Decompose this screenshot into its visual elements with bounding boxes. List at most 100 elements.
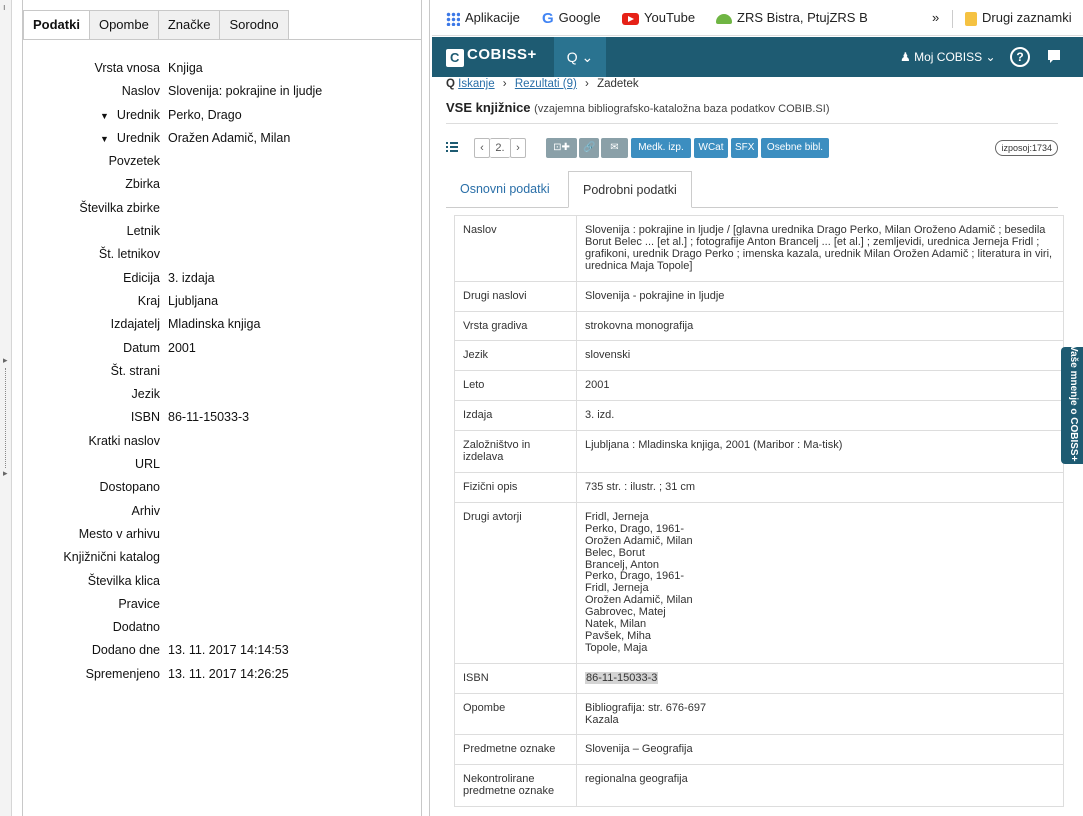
field-label-text: Številka zbirke	[79, 200, 160, 215]
osebne-bibl-button[interactable]: Osebne bibl.	[761, 138, 829, 158]
detail-value-text: Ljubljana : Mladinska knjiga, 2001 (Mari…	[585, 439, 843, 452]
prev-record-button[interactable]: ‹	[474, 138, 490, 158]
detail-key: Jezik	[454, 340, 577, 372]
field-label[interactable]: ▼ Urednik	[100, 108, 160, 122]
collapse-arrow-icon[interactable]: ▸	[3, 357, 9, 366]
wcat-button[interactable]: WCat	[694, 138, 728, 158]
feedback-tab[interactable]: Vaše mnenje o COBISS+	[1061, 345, 1083, 464]
bookmark-zrs[interactable]: ZRS Bistra, PtujZRS B	[716, 10, 891, 25]
field-label-text: Knjižnični katalog	[63, 550, 160, 565]
cobiss-navbar: C COBISS+ Q ⌄ ♟ Moj COBISS ⌄ ?	[432, 37, 1083, 77]
bookmark-add-button[interactable]: ⊡✚	[546, 138, 577, 158]
link-button[interactable]: 🔗	[579, 138, 599, 158]
pane-splitter[interactable]: ı ▸ ▸	[0, 0, 12, 816]
bookmark-youtube[interactable]: YouTube	[622, 10, 695, 25]
item-field-row: Št. letnikov	[23, 244, 423, 267]
field-value[interactable]: Oražen Adamič, Milan	[168, 131, 290, 145]
tab-sorodno[interactable]: Sorodno	[220, 10, 289, 40]
tab-znacke[interactable]: Značke	[158, 10, 221, 40]
field-value[interactable]: 13. 11. 2017 14:26:25	[168, 667, 289, 681]
field-label: Dodano dne	[92, 643, 160, 657]
detail-key: Založništvo in izdelava	[454, 430, 577, 473]
field-value[interactable]: Ljubljana	[168, 294, 218, 308]
detail-value-text: 3. izd.	[585, 409, 615, 422]
bookmark-google[interactable]: G Google	[542, 10, 601, 27]
field-label: ISBN	[131, 410, 160, 424]
logo-text: COBISS+	[467, 46, 537, 63]
tab-podatki[interactable]: Podatki	[23, 10, 90, 40]
item-field-row: Dodano dne 13. 11. 2017 14:14:53	[23, 640, 423, 663]
splitter-grip[interactable]	[5, 368, 7, 468]
apps-grid-icon	[446, 11, 460, 26]
field-value[interactable]: Knjiga	[168, 61, 203, 75]
bookmark-other-folder[interactable]: Drugi zaznamki	[965, 10, 1072, 26]
tab-osnovni-podatki[interactable]: Osnovni podatki	[446, 171, 564, 208]
detail-value-text: 2001	[585, 379, 610, 392]
item-tabs: Podatki Opombe Značke Sorodno	[23, 10, 289, 40]
cobiss-logo[interactable]: C COBISS+	[446, 46, 537, 67]
tab-opombe[interactable]: Opombe	[89, 10, 159, 40]
breadcrumb-iskanje[interactable]: Iskanje	[458, 78, 494, 90]
detail-value: 86-11-15033-3	[576, 662, 1064, 694]
expand-arrow-icon[interactable]: ▸	[3, 470, 9, 479]
detail-value-text: Fridl, Jerneja Perko, Drago, 1961- Orože…	[585, 510, 693, 654]
bookmarks-separator	[952, 10, 953, 28]
field-label[interactable]: ▼ Urednik	[100, 131, 160, 145]
item-field-row: Kratki naslov	[23, 431, 423, 454]
detail-value-text: 86-11-15033-3	[585, 671, 659, 684]
field-label: Številka zbirke	[79, 201, 160, 215]
field-label-text: Dostopano	[99, 480, 160, 495]
email-button[interactable]: ✉	[601, 138, 628, 158]
bookmark-aplikacije[interactable]: Aplikacije	[446, 10, 520, 26]
field-value[interactable]: 86-11-15033-3	[168, 410, 249, 424]
moj-cobiss-label: Moj COBISS	[914, 50, 983, 64]
detail-row: Fizični opis 735 str. : ilustr. ; 31 cm	[454, 471, 1064, 503]
detail-value-text: 735 str. : ilustr. ; 31 cm	[585, 480, 696, 493]
list-icon[interactable]	[446, 141, 458, 153]
record-number: 2.	[490, 138, 510, 158]
moj-cobiss-menu[interactable]: ♟ Moj COBISS ⌄	[900, 50, 996, 64]
detail-value: 3. izd.	[576, 400, 1064, 432]
help-icon[interactable]: ?	[1010, 47, 1030, 67]
field-label-text: Edicija	[123, 270, 160, 285]
item-field-row: Datum 2001	[23, 338, 423, 361]
field-value[interactable]: 2001	[168, 341, 196, 355]
chat-icon[interactable]	[1048, 50, 1060, 63]
breadcrumb-rezultati[interactable]: Rezultati (9)	[515, 78, 577, 90]
cobiss-logo-icon: C	[446, 49, 464, 67]
field-value[interactable]: Mladinska knjiga	[168, 317, 260, 331]
detail-value-text: regionalna geografija	[585, 773, 688, 786]
creator-type-dropdown-icon[interactable]: ▼	[100, 134, 109, 144]
medk-izp-button[interactable]: Medk. izp.	[631, 138, 691, 158]
item-field-row: Vrsta vnosa Knjiga	[23, 58, 423, 81]
detail-key: Predmetne oznake	[454, 734, 577, 766]
next-record-button[interactable]: ›	[510, 138, 526, 158]
bookmarks-overflow-button[interactable]: »	[932, 10, 939, 25]
item-field-row: Knjižnični katalog	[23, 547, 423, 570]
field-value[interactable]: 3. izdaja	[168, 271, 215, 285]
detail-value-text: Slovenija - pokrajine in ljudje	[585, 289, 725, 302]
field-label: Vrsta vnosa	[94, 61, 160, 75]
field-value[interactable]: 13. 11. 2017 14:14:53	[168, 643, 289, 657]
field-label-text: Letnik	[126, 224, 160, 239]
bookmark-label: YouTube	[644, 10, 696, 25]
field-label-text: Kratki naslov	[88, 433, 160, 448]
creator-type-dropdown-icon[interactable]: ▼	[100, 111, 109, 121]
sfx-button[interactable]: SFX	[731, 138, 758, 158]
field-label: URL	[135, 457, 160, 471]
field-label-text: Kraj	[137, 293, 160, 308]
search-dropdown-button[interactable]: Q ⌄	[554, 37, 606, 77]
tabs-divider	[23, 39, 421, 40]
breadcrumb-current: Zadetek	[597, 78, 639, 90]
item-field-row: Zbirka	[23, 174, 423, 197]
field-label-text: Mesto v arhivu	[78, 526, 160, 541]
field-label-text: Povzetek	[108, 154, 160, 169]
detail-key: Drugi naslovi	[454, 280, 577, 312]
field-label: Povzetek	[109, 154, 160, 168]
field-value[interactable]: Perko, Drago	[168, 108, 242, 122]
tab-podrobni-podatki[interactable]: Podrobni podatki	[568, 171, 692, 208]
user-icon: ♟	[900, 50, 911, 64]
field-value[interactable]: Slovenija: pokrajine in ljudje	[168, 84, 322, 98]
zotero-item-pane: ı ▸ ▸ Podatki Opombe Značke Sorodno Vrst…	[0, 0, 430, 816]
detail-value: Slovenija – Geografija	[576, 734, 1064, 766]
